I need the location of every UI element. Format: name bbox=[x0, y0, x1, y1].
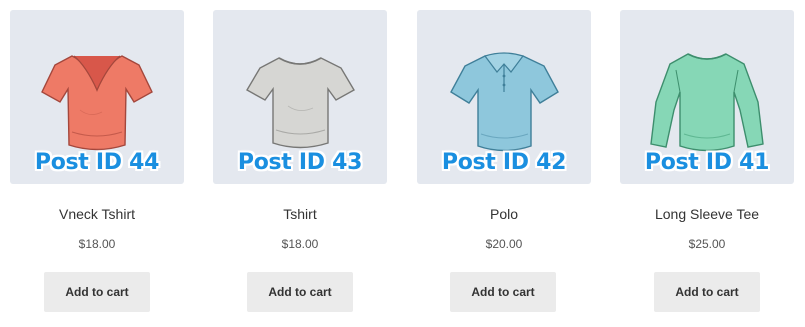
product-image-link[interactable]: Post ID 42 bbox=[417, 10, 591, 184]
post-id-overlay: Post ID 41 bbox=[644, 150, 770, 175]
product-card-long-sleeve-tee: Post ID 41 Long Sleeve Tee $25.00 Add to… bbox=[620, 0, 794, 327]
product-image-link[interactable]: Post ID 44 bbox=[10, 10, 184, 184]
add-to-cart-button[interactable]: Add to cart bbox=[247, 272, 353, 312]
post-id-overlay: Post ID 43 bbox=[237, 150, 363, 175]
product-card-polo: Post ID 42 Polo $20.00 Add to cart bbox=[417, 0, 591, 327]
product-image-link[interactable]: Post ID 41 bbox=[620, 10, 794, 184]
product-price: $18.00 bbox=[281, 237, 319, 251]
product-title[interactable]: Long Sleeve Tee bbox=[620, 206, 794, 222]
product-title[interactable]: Vneck Tshirt bbox=[10, 206, 184, 222]
product-price: $25.00 bbox=[688, 237, 726, 251]
product-image-link[interactable]: Post ID 43 bbox=[213, 10, 387, 184]
add-to-cart-button[interactable]: Add to cart bbox=[450, 272, 556, 312]
product-title[interactable]: Tshirt bbox=[213, 206, 387, 222]
product-title[interactable]: Polo bbox=[417, 206, 591, 222]
product-card-tshirt: Post ID 43 Tshirt $18.00 Add to cart bbox=[213, 0, 387, 327]
add-to-cart-button[interactable]: Add to cart bbox=[654, 272, 760, 312]
product-price: $18.00 bbox=[78, 237, 116, 251]
post-id-overlay: Post ID 44 bbox=[34, 150, 160, 175]
post-id-overlay: Post ID 42 bbox=[441, 150, 567, 175]
add-to-cart-button[interactable]: Add to cart bbox=[44, 272, 150, 312]
product-price: $20.00 bbox=[485, 237, 523, 251]
product-card-vneck-tshirt: Post ID 44 Vneck Tshirt $18.00 Add to ca… bbox=[10, 0, 184, 327]
